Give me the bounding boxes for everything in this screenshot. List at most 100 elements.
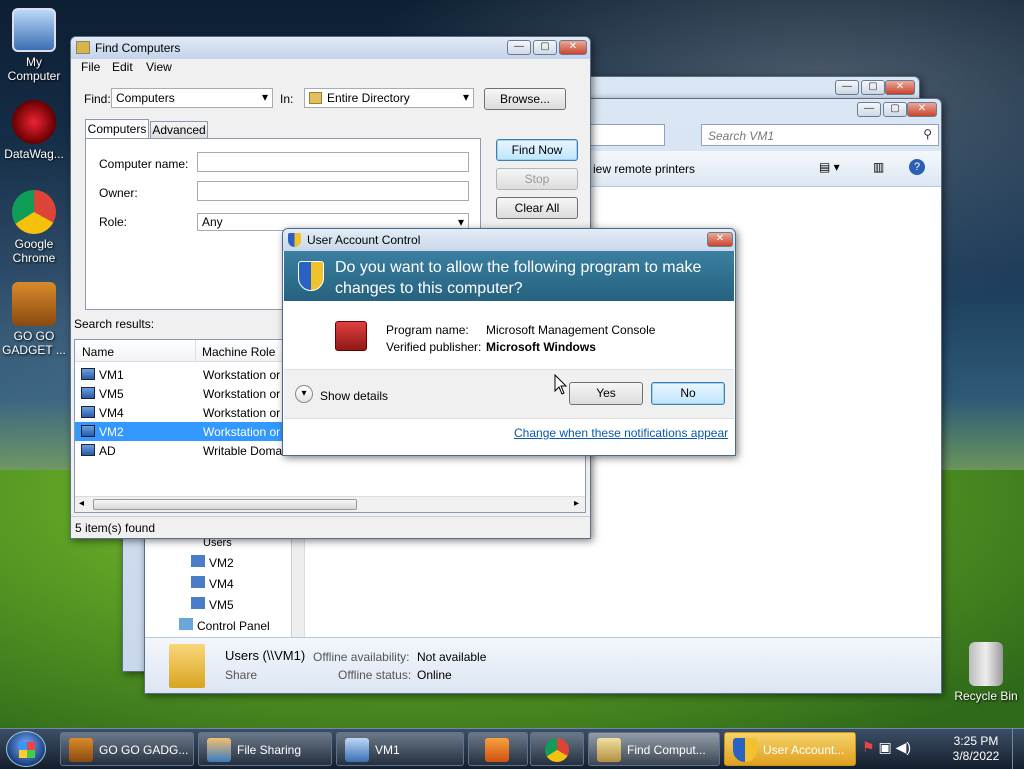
tab-advanced[interactable]: Advanced (150, 121, 208, 139)
computer-icon (12, 8, 56, 52)
menu-view[interactable]: View (146, 60, 172, 74)
result-row-vm1[interactable]: VM1 Workstation or (75, 365, 315, 384)
taskbar-item-user-account-control[interactable]: User Account... (724, 732, 856, 766)
find-computers-icon (597, 738, 621, 762)
status-bar: 5 item(s) found (71, 516, 590, 538)
help-icon[interactable]: ? (909, 159, 925, 175)
tree-item-vm5[interactable]: VM5 (191, 597, 234, 612)
network-icon[interactable]: ▣ (878, 739, 891, 755)
scroll-right-icon[interactable]: ▸ (574, 498, 579, 509)
preview-pane-icon[interactable]: ▥ (873, 160, 884, 174)
tree-item-label: VM4 (209, 577, 234, 591)
no-button[interactable]: No (651, 382, 725, 405)
views-icon[interactable]: ▤ ▾ (819, 160, 840, 174)
tab-computers[interactable]: Computers (85, 119, 149, 139)
taskbar-item-label: File Sharing (237, 743, 302, 757)
find-select[interactable]: Computers (111, 88, 273, 108)
tree-item-control-panel[interactable]: Control Panel (179, 618, 270, 633)
find-computers-icon (76, 41, 90, 54)
computer-icon (81, 406, 95, 418)
address-dropdown[interactable] (585, 124, 665, 146)
row-role: Workstation or (203, 406, 281, 420)
owner-input[interactable] (197, 181, 469, 201)
clock-time: 3:25 PM (953, 734, 999, 748)
mouse-cursor-icon (554, 374, 568, 395)
offline-status-label: Offline status: (338, 668, 412, 682)
taskbar-item-label: GO GO GADG... (99, 743, 189, 757)
in-select[interactable]: Entire Directory (304, 88, 474, 108)
row-name: VM5 (99, 387, 124, 401)
column-name[interactable]: Name (82, 345, 114, 359)
column-divider[interactable] (195, 340, 196, 362)
offline-availability-label: Offline availability: (313, 650, 410, 664)
search-placeholder: Search VM1 (708, 129, 775, 143)
taskbar: GO GO GADG... File Sharing VM1 Find Comp… (0, 728, 1024, 769)
maximize-button[interactable]: ▢ (861, 80, 885, 95)
result-row-vm5[interactable]: VM5 Workstation or (75, 384, 315, 403)
scroll-thumb[interactable] (93, 499, 357, 510)
result-row-vm2-selected[interactable]: VM2 Workstation or (75, 422, 315, 441)
maximize-button[interactable]: ▢ (533, 40, 557, 55)
view-remote-printers-link[interactable]: iew remote printers (593, 162, 695, 176)
menu-bar: File Edit View (71, 59, 590, 77)
taskbar-item-file-sharing[interactable]: File Sharing (198, 732, 332, 766)
computer-name-input[interactable] (197, 152, 469, 172)
row-name: VM1 (99, 368, 124, 382)
program-name-label: Program name: (386, 323, 469, 337)
row-role: Writable Doma (203, 444, 283, 458)
maximize-button[interactable]: ▢ (883, 102, 907, 117)
clear-all-button[interactable]: Clear All (496, 197, 578, 219)
change-notifications-link[interactable]: Change when these notifications appear (514, 426, 728, 440)
desktop-icon-label: GO GO GADGET ... (2, 329, 66, 357)
volume-icon[interactable]: ◀) (896, 739, 911, 755)
stop-button[interactable]: Stop (496, 168, 578, 190)
show-desktop-button[interactable] (1012, 729, 1024, 769)
chevron-down-icon[interactable]: ▾ (295, 385, 313, 403)
search-box[interactable]: Search VM1 ⚲ (701, 124, 939, 146)
close-button[interactable]: ✕ (907, 102, 937, 117)
taskbar-item-chrome[interactable] (530, 732, 584, 766)
desktop-icon-my-computer[interactable]: My Computer (0, 8, 68, 83)
find-select-value: Computers (116, 91, 175, 105)
minimize-button[interactable]: — (835, 80, 859, 95)
start-button[interactable] (6, 731, 46, 767)
minimize-button[interactable]: — (507, 40, 531, 55)
action-center-flag-icon[interactable]: ⚑ (862, 739, 875, 755)
search-results-label: Search results: (74, 317, 155, 331)
tree-item-vm4[interactable]: VM4 (191, 576, 234, 591)
program-name-value: Microsoft Management Console (486, 323, 656, 337)
tree-item-label: Control Panel (197, 619, 270, 633)
directory-icon (309, 92, 322, 104)
horizontal-scrollbar[interactable]: ◂ ▸ (75, 496, 585, 512)
find-now-button[interactable]: Find Now (496, 139, 578, 161)
taskbar-item-media-player[interactable] (468, 732, 528, 766)
desktop-icon-chrome[interactable]: Google Chrome (0, 190, 68, 265)
result-row-ad[interactable]: AD Writable Doma (75, 441, 315, 460)
close-button[interactable]: ✕ (707, 232, 733, 247)
computer-icon (81, 425, 95, 437)
menu-file[interactable]: File (81, 60, 100, 74)
column-machine-role[interactable]: Machine Role (202, 345, 275, 359)
desktop-icon-go-go-gadget[interactable]: GO GO GADGET ... (0, 282, 68, 357)
browse-button[interactable]: Browse... (484, 88, 566, 110)
close-button[interactable]: ✕ (559, 40, 587, 55)
tree-item-vm2[interactable]: VM2 (191, 555, 234, 570)
chrome-icon (12, 190, 56, 234)
desktop-icon-datawag[interactable]: DataWag... (0, 100, 68, 161)
close-button[interactable]: ✕ (885, 80, 915, 95)
server-icon (81, 444, 95, 456)
clock[interactable]: 3:25 PM 3/8/2022 (946, 734, 1006, 764)
desktop-icon-recycle-bin[interactable]: Recycle Bin (950, 642, 1022, 703)
row-role: Workstation or (203, 368, 281, 382)
media-player-icon (485, 738, 509, 762)
result-row-vm4[interactable]: VM4 Workstation or (75, 403, 315, 422)
taskbar-item-go-go-gadget[interactable]: GO GO GADG... (60, 732, 194, 766)
scroll-left-icon[interactable]: ◂ (79, 498, 84, 509)
show-details-link[interactable]: Show details (320, 389, 388, 403)
taskbar-item-find-computers[interactable]: Find Comput... (588, 732, 720, 766)
taskbar-item-vm1[interactable]: VM1 (336, 732, 464, 766)
minimize-button[interactable]: — (857, 102, 881, 117)
yes-button[interactable]: Yes (569, 382, 643, 405)
menu-edit[interactable]: Edit (112, 60, 133, 74)
chrome-icon (545, 738, 569, 762)
